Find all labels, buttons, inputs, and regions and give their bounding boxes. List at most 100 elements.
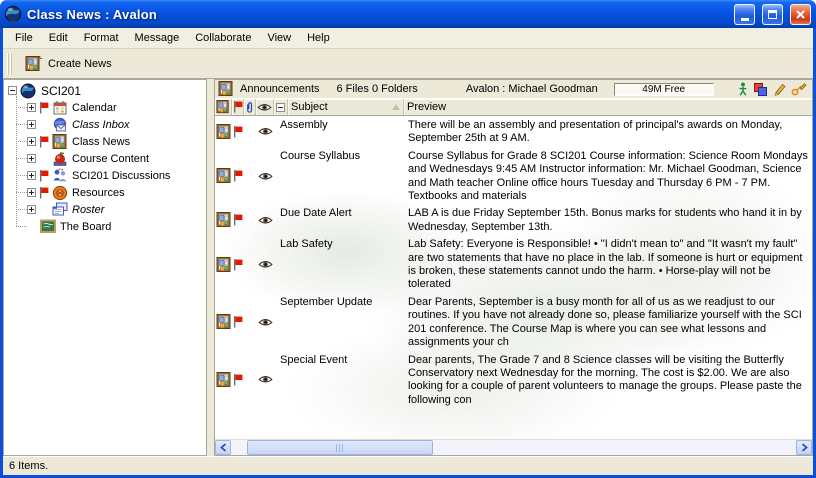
menu-edit[interactable]: Edit — [41, 29, 76, 47]
tree-label-sci201-discussions[interactable]: SCI201 Discussions — [70, 170, 170, 182]
tree-item-class-inbox[interactable]: Class Inbox — [4, 116, 206, 133]
tree-label-course-content[interactable]: Course Content — [70, 153, 149, 165]
column-subject[interactable]: Subject — [288, 99, 404, 115]
minimize-button[interactable] — [734, 4, 755, 25]
scroll-left-button[interactable] — [215, 440, 231, 455]
pencil-icon[interactable] — [773, 82, 786, 96]
message-row-lab-safety[interactable]: Lab Safety Lab Safety: Everyone is Respo… — [215, 235, 812, 293]
menu-help[interactable]: Help — [299, 29, 338, 47]
tree-label-sci201[interactable]: SCI201 — [39, 84, 81, 98]
message-subject[interactable]: Course Syllabus — [280, 149, 408, 204]
close-button[interactable] — [790, 4, 811, 25]
expand-box-icon[interactable] — [27, 120, 36, 129]
paperclip-icon — [245, 101, 254, 114]
expand-box-icon[interactable] — [27, 205, 36, 214]
tree-item-sci201[interactable]: SCI201 — [4, 82, 206, 99]
message-subject[interactable]: Lab Safety — [280, 237, 408, 292]
tree-item-course-content[interactable]: Course Content — [4, 150, 206, 167]
column-item-type[interactable] — [215, 99, 232, 115]
column-attachment[interactable] — [244, 99, 256, 115]
tree-label-resources[interactable]: Resources — [70, 187, 125, 199]
preview-column-label: Preview — [407, 101, 446, 113]
news-board-icon — [218, 81, 234, 97]
scrollbar-track[interactable] — [231, 440, 796, 455]
news-board-icon — [216, 100, 230, 114]
window-title: Class News : Avalon — [27, 7, 727, 22]
unread-flag-icon — [233, 214, 243, 226]
message-subject[interactable]: Special Event — [280, 353, 408, 408]
collapse-all-control[interactable] — [274, 99, 288, 115]
message-preview: Dear Parents, September is a busy month … — [408, 295, 812, 350]
person-icon[interactable] — [738, 82, 748, 96]
create-news-label: Create News — [48, 58, 112, 70]
expand-box-icon[interactable] — [27, 188, 36, 197]
toolbar-grip-2[interactable] — [10, 53, 12, 75]
message-subject[interactable]: September Update — [280, 295, 408, 350]
collapse-box-icon[interactable] — [8, 86, 17, 95]
message-subject[interactable]: Assembly — [280, 118, 408, 146]
scrollbar-thumb[interactable] — [247, 440, 433, 455]
expand-box-icon[interactable] — [27, 137, 36, 146]
message-row-assembly[interactable]: Assembly There will be an assembly and p… — [215, 116, 812, 147]
message-row-special-event[interactable]: Special Event Dear parents, The Grade 7 … — [215, 351, 812, 409]
tree-item-resources[interactable]: Resources — [4, 184, 206, 201]
viewed-eye-icon — [258, 216, 273, 225]
app-globe-icon — [4, 5, 22, 23]
menu-file[interactable]: File — [7, 29, 41, 47]
news-item-icon — [216, 212, 232, 228]
chevron-left-icon — [220, 443, 227, 452]
cursor-mark-icon: ⌞ — [39, 51, 43, 60]
tree-label-calendar[interactable]: Calendar — [70, 102, 117, 114]
news-item-icon — [216, 124, 232, 140]
viewed-eye-icon — [258, 172, 273, 181]
column-header-row: Subject Preview — [215, 99, 812, 116]
maximize-button[interactable] — [762, 4, 783, 25]
menu-message[interactable]: Message — [127, 29, 188, 47]
unread-flag-icon — [233, 259, 243, 271]
message-subject[interactable]: Due Date Alert — [280, 206, 408, 234]
expand-box-icon[interactable] — [27, 154, 36, 163]
tree-item-sci201-discussions[interactable]: SCI201 Discussions — [4, 167, 206, 184]
menu-format[interactable]: Format — [76, 29, 127, 47]
pages-icon[interactable] — [753, 82, 768, 97]
title-bar[interactable]: Class News : Avalon — [0, 0, 816, 28]
message-preview: Lab Safety: Everyone is Responsible! • "… — [408, 237, 812, 292]
tree-item-calendar[interactable]: Calendar — [4, 99, 206, 116]
message-row-course-syllabus[interactable]: Course Syllabus Course Syllabus for Grad… — [215, 147, 812, 205]
unread-flag-icon — [39, 136, 49, 148]
tree-label-the-board[interactable]: The Board — [58, 221, 111, 233]
message-row-due-date-alert[interactable]: Due Date Alert LAB A is due Friday Septe… — [215, 204, 812, 235]
expand-box-icon[interactable] — [27, 171, 36, 180]
expand-box-icon[interactable] — [27, 103, 36, 112]
flag-icon — [233, 101, 243, 113]
menu-collaborate[interactable]: Collaborate — [187, 29, 259, 47]
message-list: Assembly There will be an assembly and p… — [215, 116, 812, 439]
tree-label-roster[interactable]: Roster — [70, 204, 104, 216]
menu-view[interactable]: View — [259, 29, 299, 47]
news-item-icon — [216, 314, 232, 330]
tree-item-the-board[interactable]: The Board — [4, 218, 206, 235]
column-viewed[interactable] — [256, 99, 274, 115]
minimize-icon — [741, 18, 749, 21]
app-window: Class News : Avalon File Edit Format Mes… — [0, 0, 816, 478]
apple-icon — [52, 151, 68, 167]
column-flag[interactable] — [232, 99, 244, 115]
message-preview: Dear parents, The Grade 7 and 8 Science … — [408, 353, 812, 408]
maximize-icon — [768, 10, 777, 19]
tree-item-class-news[interactable]: Class News — [4, 133, 206, 150]
menu-bar: File Edit Format Message Collaborate Vie… — [3, 28, 813, 49]
create-news-button[interactable]: ⌞ Create News — [19, 54, 118, 74]
toolbar-grip[interactable] — [7, 53, 9, 75]
tree-item-roster[interactable]: Roster — [4, 201, 206, 218]
tree-label-class-inbox[interactable]: Class Inbox — [70, 119, 129, 131]
globe-icon — [20, 83, 36, 99]
horizontal-scrollbar[interactable] — [215, 439, 812, 455]
collapse-box-icon — [276, 103, 285, 112]
scrollbar-grip-icon — [336, 444, 345, 452]
panel-splitter[interactable] — [207, 79, 214, 456]
message-row-september-update[interactable]: September Update Dear Parents, September… — [215, 293, 812, 351]
column-preview[interactable]: Preview — [404, 99, 812, 115]
key-pen-icon[interactable] — [791, 82, 807, 96]
scroll-right-button[interactable] — [796, 440, 812, 455]
tree-label-class-news[interactable]: Class News — [70, 136, 130, 148]
